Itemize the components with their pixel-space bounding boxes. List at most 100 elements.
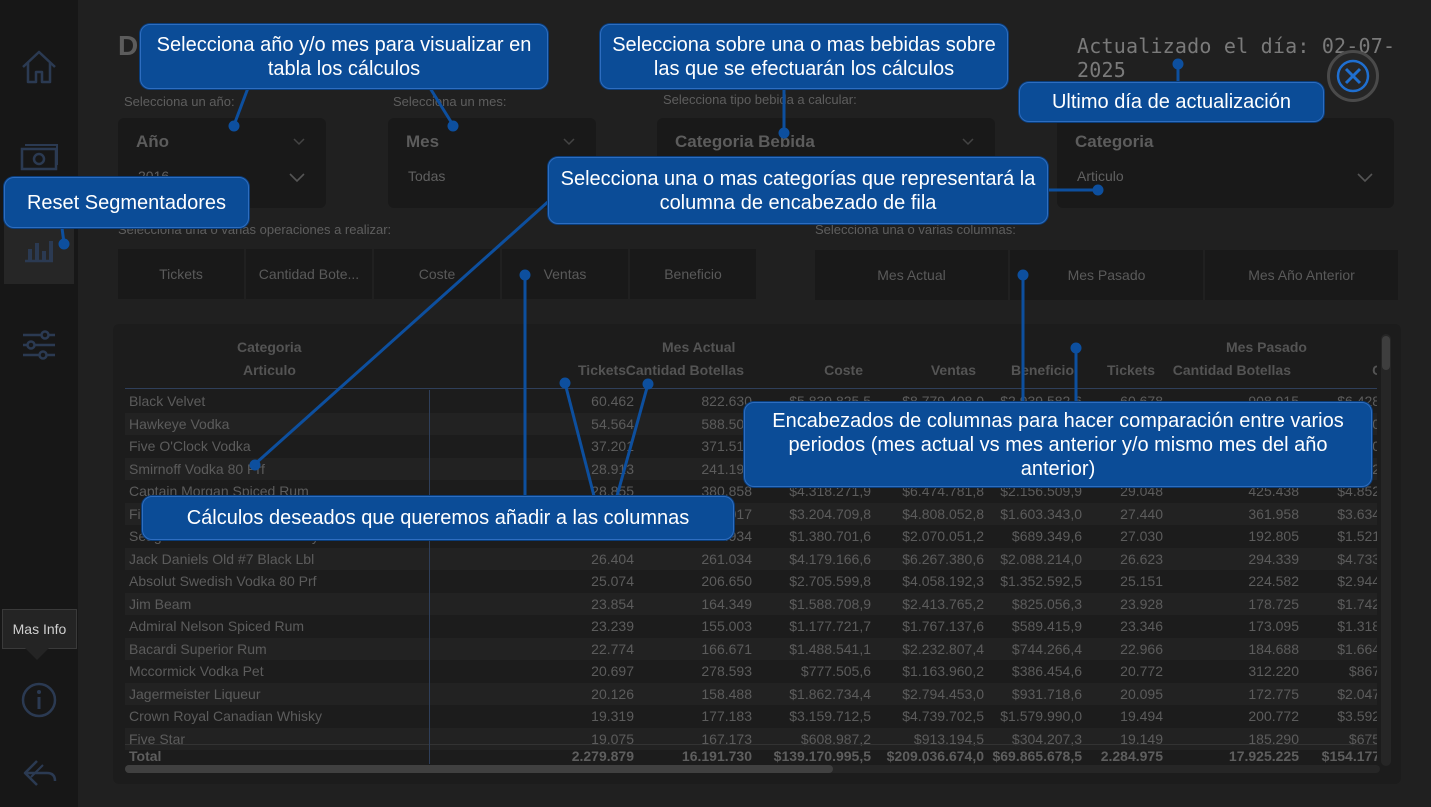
table-cell: $1.664.202,0 bbox=[1337, 640, 1377, 657]
total-cell: $209.036.674,0 bbox=[886, 748, 984, 764]
column-header[interactable]: Coste bbox=[1372, 362, 1377, 378]
table-cell: $1.862.734,4 bbox=[789, 685, 871, 702]
column-header[interactable]: Coste bbox=[824, 362, 863, 378]
chip-ventas[interactable]: Ventas bbox=[502, 249, 628, 299]
nav-home-button[interactable] bbox=[4, 32, 74, 102]
row-label: Mccormick Vodka Pet bbox=[129, 663, 264, 679]
report-page: D Actualizado el día: 02-07-2025 Selecci… bbox=[0, 0, 1431, 807]
chip-beneficio[interactable]: Beneficio bbox=[630, 249, 756, 299]
table-cell: 26.404 bbox=[591, 550, 634, 567]
table-cell: 184.688 bbox=[1248, 640, 1299, 657]
chip-coste[interactable]: Coste bbox=[374, 249, 500, 299]
row-label: Jagermeister Liqueur bbox=[129, 685, 261, 702]
table-cell: $2.705.599,8 bbox=[789, 573, 871, 589]
table-cell: $744.266,4 bbox=[1011, 640, 1082, 657]
close-button[interactable] bbox=[1327, 50, 1379, 102]
back-button[interactable] bbox=[4, 738, 74, 807]
table-cell: 164.349 bbox=[701, 595, 752, 612]
row-header-divider bbox=[429, 390, 430, 764]
table-row: Mccormick Vodka Pet 20.697 278.593 $777.505… bbox=[125, 660, 1377, 683]
vertical-scroll-thumb[interactable] bbox=[1382, 336, 1390, 370]
table-cell: $386.454,6 bbox=[1011, 663, 1082, 679]
chevron-down-icon[interactable] bbox=[288, 168, 306, 186]
table-cell: 206.650 bbox=[701, 573, 752, 589]
month-slicer-caption: Selecciona un mes: bbox=[393, 94, 507, 109]
table-cell: $3.634.737,5 bbox=[1337, 505, 1377, 522]
table-cell: $867.998,2 bbox=[1348, 663, 1377, 679]
info-tooltip: Mas Info bbox=[2, 609, 77, 649]
column-header[interactable]: Ventas bbox=[931, 362, 976, 378]
table-row: Absolut Swedish Vodka 80 Prf 25.074 206.65… bbox=[125, 570, 1377, 593]
table-cell: 166.671 bbox=[701, 640, 752, 657]
total-cell: $69.865.678,5 bbox=[992, 748, 1082, 764]
columns-chips: Mes Actual Mes Pasado Mes Año Anterior bbox=[815, 250, 1398, 300]
vertical-scrollbar[interactable] bbox=[1381, 334, 1391, 766]
table-cell: $1.488.541,1 bbox=[789, 640, 871, 657]
chip-cantidad-botellas[interactable]: Cantidad Bote... bbox=[246, 249, 372, 299]
table-cell: 177.183 bbox=[701, 708, 752, 724]
year-slicer-caption: Selecciona un año: bbox=[124, 94, 235, 109]
table-cell: $589.415,9 bbox=[1011, 618, 1082, 634]
callout-drinks: Selecciona sobre una o mas bebidas sobre… bbox=[600, 24, 1008, 89]
column-header[interactable]: Cantidad Botellas bbox=[626, 362, 744, 378]
table-cell: 23.854 bbox=[591, 595, 634, 612]
table-cell: 23.928 bbox=[1120, 595, 1163, 612]
tooltip-arrow bbox=[25, 648, 49, 660]
total-row: Total 2.279.879 16.191.730 $139.170.995,5 $2… bbox=[125, 744, 1377, 764]
table-cell: 312.220 bbox=[1248, 663, 1299, 679]
table-cell: $1.380.701,6 bbox=[789, 528, 871, 544]
table-cell: $1.603.343,0 bbox=[1000, 505, 1082, 522]
total-cell: $139.170.995,5 bbox=[773, 748, 871, 764]
total-cell: 16.191.730 bbox=[681, 748, 752, 764]
callout-categories: Selecciona una o mas categorías que repr… bbox=[548, 157, 1048, 224]
table-cell: $1.521.035,3 bbox=[1337, 528, 1377, 544]
row-label: Bacardi Superior Rum bbox=[129, 640, 267, 657]
group-header-current: Mes Actual bbox=[662, 339, 736, 355]
chip-tickets[interactable]: Tickets bbox=[118, 249, 244, 299]
total-cell: $154.177.910,4 bbox=[1321, 748, 1377, 764]
table-cell: $1.579.990,0 bbox=[1000, 708, 1082, 724]
header-divider bbox=[125, 388, 1377, 389]
chevron-down-icon bbox=[962, 138, 974, 146]
horizontal-scrollbar[interactable] bbox=[125, 765, 1380, 773]
row-label: Jim Beam bbox=[129, 595, 192, 612]
column-header[interactable]: Cantidad Botellas bbox=[1173, 362, 1291, 378]
drink-slicer-caption: Selecciona tipo bebida a calcular: bbox=[663, 92, 857, 107]
table-cell: 172.775 bbox=[1248, 685, 1299, 702]
row-label: Five O'Clock Vodka bbox=[129, 438, 251, 454]
chevron-down-icon[interactable] bbox=[1356, 168, 1374, 186]
row-label: Admiral Nelson Spiced Rum bbox=[129, 618, 305, 634]
nav-settings-button[interactable] bbox=[4, 310, 74, 380]
row-label: Jack Daniels Old #7 Black Lbl bbox=[129, 550, 315, 567]
table-cell: 37.201 bbox=[591, 438, 634, 454]
chip-mes-ano-anterior[interactable]: Mes Año Anterior bbox=[1205, 250, 1398, 300]
column-header[interactable]: Tickets bbox=[578, 362, 626, 378]
info-button[interactable] bbox=[4, 665, 74, 735]
total-cell: 17.925.225 bbox=[1228, 748, 1299, 764]
table-cell: $2.794.453,0 bbox=[902, 685, 984, 702]
column-header[interactable]: Tickets bbox=[1107, 362, 1155, 378]
table-cell: $1.767.137,6 bbox=[902, 618, 984, 634]
table-cell: 25.151 bbox=[1120, 573, 1163, 589]
table-cell: 224.582 bbox=[1248, 573, 1299, 589]
drink-slicer-label: Categoria Bebida bbox=[675, 132, 815, 151]
operations-chips: Tickets Cantidad Bote... Coste Ventas Be… bbox=[118, 249, 756, 299]
table-row: Jagermeister Liqueur 20.126 158.488 $1.862.… bbox=[125, 682, 1377, 705]
chip-mes-pasado[interactable]: Mes Pasado bbox=[1010, 250, 1203, 300]
table-cell: $1.318.749,4 bbox=[1337, 618, 1377, 634]
table-cell: 158.488 bbox=[701, 685, 752, 702]
column-header[interactable]: Beneficio bbox=[1011, 362, 1074, 378]
table-cell: 20.126 bbox=[591, 685, 634, 702]
category-slicer[interactable]: Categoria Articulo bbox=[1057, 118, 1394, 208]
total-cell: 2.279.879 bbox=[571, 748, 634, 764]
table-cell: $777.505,6 bbox=[800, 663, 871, 679]
chip-mes-actual[interactable]: Mes Actual bbox=[815, 250, 1008, 300]
category-slicer-value: Articulo bbox=[1077, 168, 1124, 184]
matrix-table: Categoria Articulo Mes Actual Mes Pasado… bbox=[113, 324, 1401, 784]
horizontal-scroll-thumb[interactable] bbox=[125, 765, 833, 773]
table-cell: $1.352.592,5 bbox=[1000, 573, 1082, 589]
table-cell: $1.588.708,9 bbox=[789, 595, 871, 612]
matrix-body: Categoria Articulo Mes Actual Mes Pasado… bbox=[125, 324, 1377, 764]
table-cell: $2.944.272,5 bbox=[1337, 573, 1377, 589]
row-label: Absolut Swedish Vodka 80 Prf bbox=[129, 573, 317, 589]
